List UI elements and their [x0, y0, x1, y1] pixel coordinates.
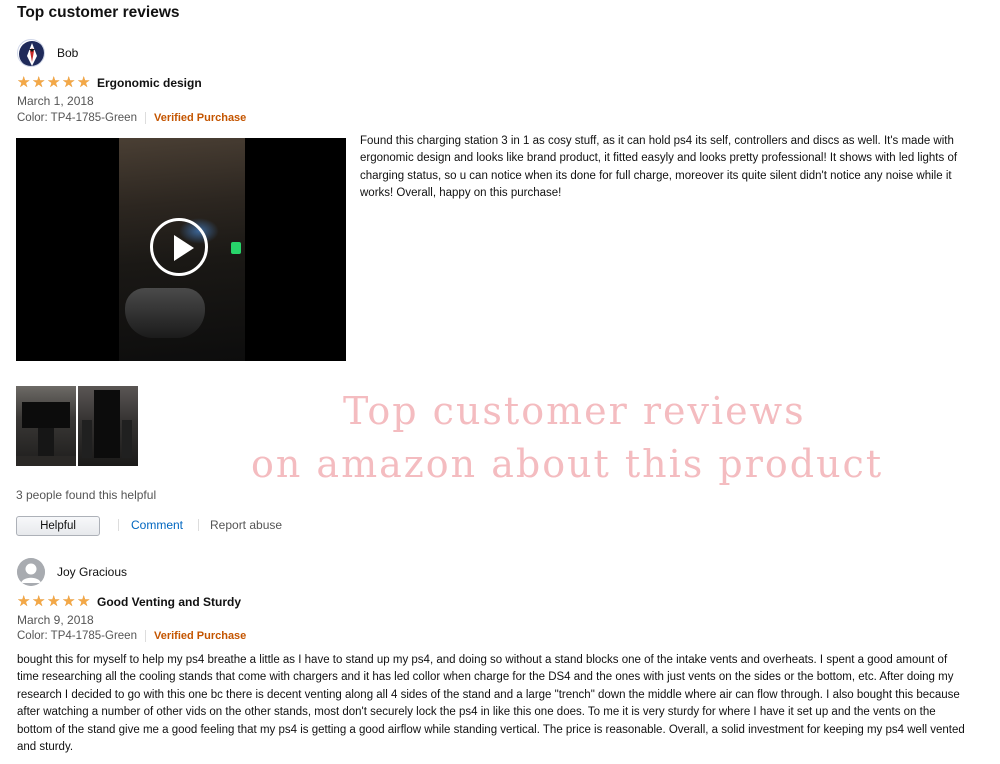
star-icon: ★: [62, 593, 76, 610]
review-video[interactable]: [16, 138, 346, 361]
star-icon: ★: [32, 74, 46, 91]
star-icon: ★: [62, 74, 76, 91]
divider: [144, 112, 146, 124]
divider: [118, 519, 119, 531]
star-icon: ★: [47, 74, 61, 91]
star-icon: ★: [32, 593, 46, 610]
avatar[interactable]: [17, 558, 45, 586]
reviewer-name[interactable]: Bob: [57, 46, 78, 60]
review-title-row: ★ ★ ★ ★ ★ Good Venting and Sturdy: [17, 593, 241, 610]
reviewer-name[interactable]: Joy Gracious: [57, 565, 127, 579]
user-silhouette-icon: [17, 558, 45, 586]
review-date: March 9, 2018: [17, 613, 94, 627]
video-led: [231, 242, 241, 254]
video-controller-shape: [125, 288, 205, 338]
review-date: March 1, 2018: [17, 94, 94, 108]
comment-link[interactable]: Comment: [131, 518, 183, 532]
divider: [198, 519, 199, 531]
review-meta: Color: TP4-1785-Green Verified Purchase: [17, 630, 246, 642]
product-variant[interactable]: Color: TP4-1785-Green: [17, 630, 137, 642]
star-rating[interactable]: ★ ★ ★ ★ ★: [17, 74, 91, 91]
play-icon[interactable]: [150, 218, 208, 276]
helpful-button[interactable]: Helpful: [16, 516, 100, 536]
helpful-count: 3 people found this helpful: [16, 488, 157, 502]
reviewer-profile[interactable]: Joy Gracious: [17, 558, 127, 586]
review-body: Found this charging station 3 in 1 as co…: [360, 135, 958, 200]
review-body: bought this for myself to help my ps4 br…: [17, 654, 965, 754]
verified-purchase-badge: Verified Purchase: [153, 630, 247, 642]
watermark-line-1: Top customer reviews: [343, 389, 806, 433]
tuxedo-avatar-icon: [19, 41, 44, 66]
review-meta: Color: TP4-1785-Green Verified Purchase: [17, 112, 246, 124]
review-image-thumbnail[interactable]: [78, 386, 138, 466]
star-icon: ★: [77, 74, 91, 91]
star-icon: ★: [77, 593, 91, 610]
star-icon: ★: [47, 593, 61, 610]
star-rating[interactable]: ★ ★ ★ ★ ★: [17, 593, 91, 610]
star-icon: ★: [17, 74, 31, 91]
review-title[interactable]: Ergonomic design: [97, 76, 202, 90]
report-abuse-link[interactable]: Report abuse: [210, 518, 282, 532]
review-title[interactable]: Good Venting and Sturdy: [97, 595, 241, 609]
star-icon: ★: [17, 593, 31, 610]
watermark-line-2: on amazon about this product: [251, 442, 884, 486]
review-title-row: ★ ★ ★ ★ ★ Ergonomic design: [17, 74, 202, 91]
review-image-thumbnail[interactable]: [16, 386, 76, 466]
page-title: Top customer reviews: [17, 4, 180, 21]
avatar[interactable]: [17, 39, 45, 67]
divider: [144, 630, 146, 642]
verified-purchase-badge: Verified Purchase: [153, 112, 247, 124]
reviewer-profile[interactable]: Bob: [17, 39, 78, 67]
product-variant[interactable]: Color: TP4-1785-Green: [17, 112, 137, 124]
